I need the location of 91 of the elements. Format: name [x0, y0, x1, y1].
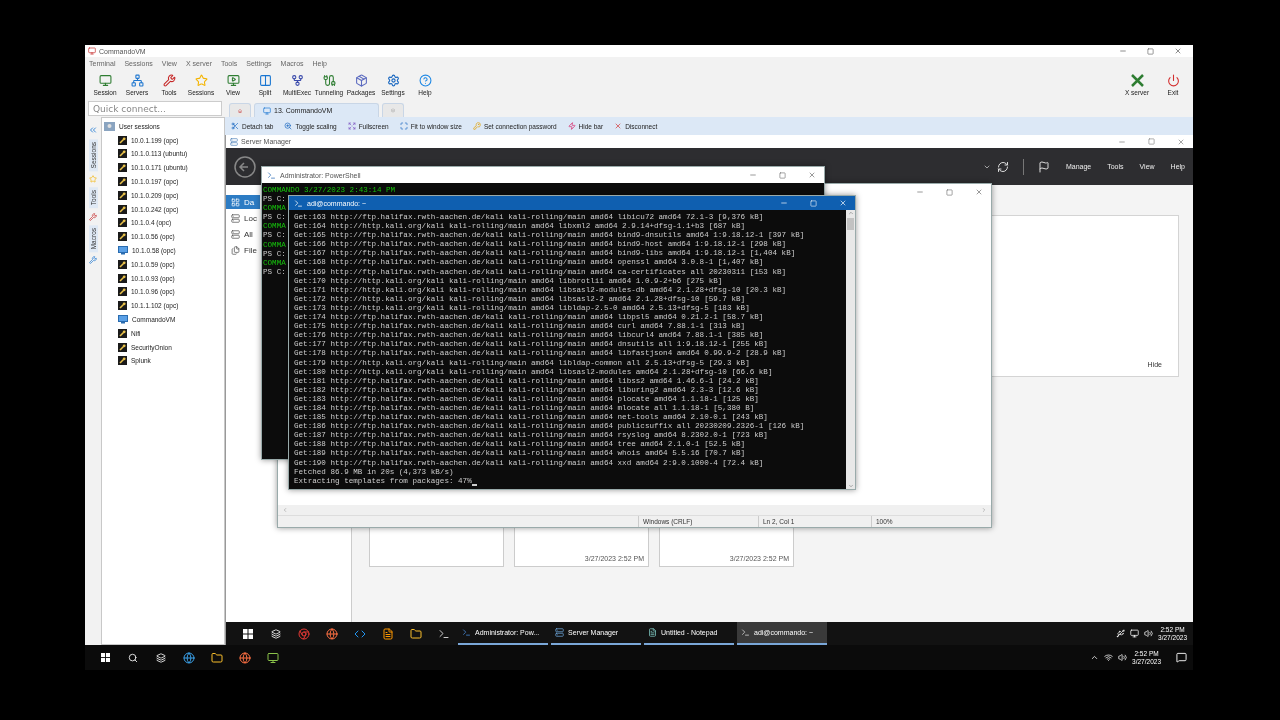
maximize-icon[interactable] [1147, 47, 1154, 55]
key-icon [118, 177, 127, 187]
monitor-icon [118, 315, 128, 325]
volume-icon[interactable] [1118, 653, 1128, 662]
nav-item[interactable]: All [226, 227, 260, 241]
star-icon [89, 175, 97, 184]
browser-icon[interactable] [239, 651, 251, 664]
close-icon [614, 122, 623, 130]
server-icon [230, 137, 238, 146]
notepad-icon [648, 628, 657, 637]
key-icon [118, 218, 127, 228]
windows-icon[interactable] [100, 653, 110, 662]
star-icon [194, 74, 208, 87]
terminal-icon [294, 198, 303, 208]
nav-icon [231, 245, 240, 255]
key-icon [118, 149, 127, 159]
editor-icon[interactable] [382, 627, 394, 640]
tunnel-icon [322, 74, 336, 87]
folder-icon[interactable] [410, 627, 422, 640]
nav-item[interactable]: Da [226, 195, 260, 209]
search-icon[interactable] [128, 652, 138, 663]
key-icon [118, 356, 127, 366]
split-icon [258, 74, 272, 87]
network-icon[interactable] [1130, 629, 1140, 638]
monitor-icon [118, 246, 128, 256]
chrome-icon[interactable] [298, 627, 310, 640]
power-icon [1166, 74, 1180, 87]
windows-icon[interactable] [243, 628, 253, 639]
monitor-icon [226, 74, 240, 87]
lightning-icon [567, 122, 576, 130]
fit-icon [399, 122, 408, 130]
nav-icon [231, 197, 240, 207]
key-icon [118, 328, 127, 338]
help-icon [418, 74, 432, 87]
nav-icon [231, 229, 240, 239]
folder-icon[interactable] [211, 651, 223, 664]
key-icon [118, 163, 127, 173]
folder-icon [104, 121, 115, 131]
browser-icon[interactable] [183, 651, 195, 664]
usb-icon[interactable] [1116, 629, 1126, 638]
powershell-icon [267, 170, 276, 180]
key-icon [118, 342, 127, 352]
tray-expand-icon[interactable] [1090, 653, 1100, 662]
volume-icon[interactable] [1144, 629, 1154, 638]
refresh-icon[interactable] [996, 160, 1009, 173]
key-icon [118, 287, 127, 297]
close-icon[interactable] [1177, 137, 1185, 146]
wrench-icon [162, 74, 176, 87]
notification-icon[interactable] [1176, 652, 1187, 663]
key-icon [118, 301, 127, 311]
key-icon [118, 135, 127, 145]
flag-icon[interactable] [1037, 160, 1050, 173]
wrench-icon [89, 212, 97, 221]
home-icon [238, 106, 242, 115]
zoom-icon [284, 122, 293, 130]
key-icon [118, 273, 127, 283]
back-icon[interactable] [234, 155, 256, 178]
monitor-icon [263, 106, 271, 115]
key-icon [472, 122, 481, 130]
nav-icon [231, 213, 240, 223]
network-icon[interactable] [1104, 653, 1114, 662]
settings-icon [386, 74, 400, 87]
terminal-icon [741, 628, 750, 637]
key-icon [118, 259, 127, 269]
cursor [471, 483, 477, 486]
expand-icon [347, 122, 356, 130]
maximize-icon[interactable] [946, 188, 953, 196]
close-icon[interactable] [1174, 47, 1182, 55]
package-icon [354, 74, 368, 87]
server-icon [555, 628, 564, 637]
quick-connect-field[interactable]: Quick connect... [88, 101, 222, 116]
maximize-icon[interactable] [1148, 138, 1155, 145]
nav-item[interactable]: File [226, 243, 260, 257]
scissors-icon [231, 122, 239, 130]
close-icon[interactable] [975, 188, 983, 196]
key-icon [118, 232, 127, 242]
scrollbar-thumb[interactable] [847, 218, 854, 230]
browser-icon[interactable] [326, 627, 338, 640]
terminal-icon[interactable] [438, 627, 450, 640]
nav-item[interactable]: Loc [226, 211, 260, 225]
key-icon [118, 190, 127, 200]
network-icon [130, 74, 144, 87]
maximize-icon[interactable] [779, 171, 786, 179]
monitor-icon [98, 74, 112, 87]
close-icon[interactable] [808, 171, 816, 179]
fork-icon [290, 74, 304, 87]
app-icon [88, 47, 96, 55]
key-icon [118, 204, 127, 214]
powershell-icon [462, 628, 471, 637]
monitor-icon[interactable] [267, 651, 279, 664]
x-logo-icon [1130, 74, 1144, 87]
